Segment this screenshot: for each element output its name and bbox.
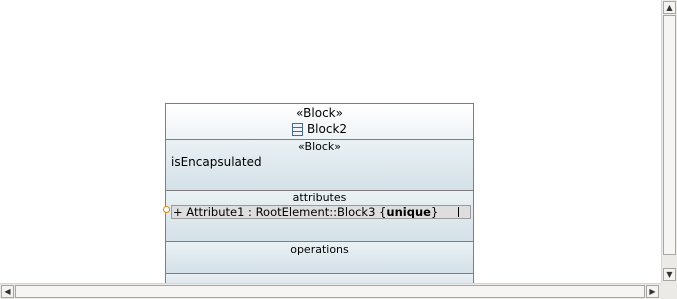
scrollbar-corner bbox=[661, 283, 677, 299]
attribute-text: + Attribute1 : RootElement::Block3 { bbox=[173, 205, 387, 219]
block-name-row: Block2 bbox=[166, 121, 473, 137]
block-header[interactable]: «Block» Block2 bbox=[166, 104, 473, 140]
stereotype-compartment[interactable]: «Block» isEncapsulated bbox=[166, 140, 473, 191]
vertical-scroll-thumb[interactable] bbox=[663, 15, 676, 255]
scroll-right-arrow-icon[interactable]: ▶ bbox=[646, 285, 659, 298]
block-stereotype: «Block» bbox=[296, 106, 343, 120]
scroll-left-arrow-icon[interactable]: ◀ bbox=[1, 285, 14, 298]
vertical-scrollbar[interactable]: ▲ ▼ bbox=[661, 0, 677, 283]
attributes-compartment[interactable]: attributes + Attribute1 : RootElement::B… bbox=[163, 191, 473, 242]
block-name[interactable]: Block2 bbox=[307, 121, 347, 137]
horizontal-scrollbar[interactable]: ◀ ▶ bbox=[0, 283, 661, 299]
extra-compartment[interactable] bbox=[166, 274, 473, 283]
operations-compartment-title: operations bbox=[290, 243, 349, 256]
stereotype-compartment-title: «Block» bbox=[297, 140, 342, 153]
block-icon bbox=[291, 122, 303, 136]
horizontal-scroll-thumb[interactable] bbox=[15, 285, 645, 298]
attribute-modifier: unique bbox=[386, 205, 431, 219]
scroll-down-arrow-icon[interactable]: ▼ bbox=[663, 268, 676, 281]
stereotype-property[interactable]: isEncapsulated bbox=[166, 154, 473, 170]
attribute-suffix: } bbox=[430, 205, 439, 219]
text-caret bbox=[458, 207, 459, 217]
operations-compartment[interactable]: operations bbox=[166, 242, 473, 274]
scroll-up-arrow-icon[interactable]: ▲ bbox=[663, 1, 676, 14]
block-shape[interactable]: «Block» Block2 «Block» isEncapsulated at… bbox=[163, 103, 474, 283]
attributes-compartment-title: attributes bbox=[292, 191, 347, 204]
attribute-edit-field[interactable]: + Attribute1 : RootElement::Block3 {uniq… bbox=[171, 205, 471, 219]
diagram-canvas[interactable]: «Block» Block2 «Block» isEncapsulated at… bbox=[0, 0, 661, 283]
selection-handle-icon[interactable] bbox=[163, 206, 170, 213]
